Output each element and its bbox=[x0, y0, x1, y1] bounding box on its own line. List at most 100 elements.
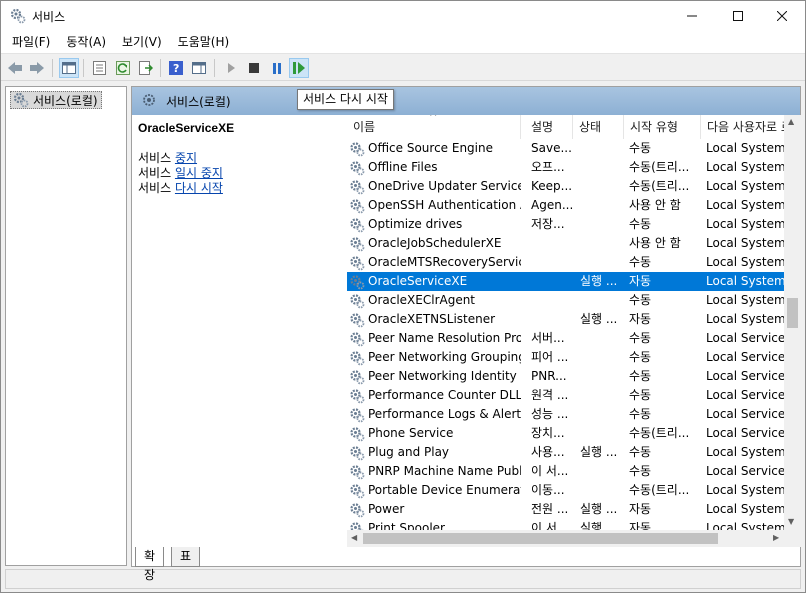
menu-view[interactable]: 보기(V) bbox=[114, 31, 170, 53]
service-status-cell bbox=[580, 253, 624, 272]
services-rows: Office Source Engine Save... 수동 Local Syste… bbox=[347, 139, 784, 538]
service-status-cell bbox=[580, 329, 624, 348]
scroll-up-arrow-icon[interactable]: ▲ bbox=[788, 117, 794, 126]
horizontal-scrollbar[interactable]: ◀ ▶ bbox=[347, 530, 784, 547]
service-logon-cell: Local System bbox=[706, 274, 784, 288]
service-row[interactable]: Peer Name Resolution Prot... 서버... 수동 Local… bbox=[347, 329, 784, 348]
console-tree-icon bbox=[62, 62, 76, 74]
service-row[interactable]: OneDrive Updater Service Keep... 수동(트리... L… bbox=[347, 177, 784, 196]
service-description-cell: 오프... bbox=[531, 160, 565, 174]
services-gear-icon bbox=[10, 8, 26, 24]
service-description-cell: Keep... bbox=[531, 179, 573, 193]
pause-service-button[interactable] bbox=[267, 58, 287, 78]
service-status-cell bbox=[580, 481, 624, 500]
show-action-pane-button[interactable] bbox=[189, 58, 209, 78]
stop-service-button[interactable] bbox=[244, 58, 264, 78]
show-hide-tree-button[interactable] bbox=[59, 58, 79, 78]
service-logon-cell: Local Service bbox=[706, 331, 784, 345]
service-logon-cell: Local Service bbox=[706, 426, 784, 440]
service-row[interactable]: OracleMTSRecoveryService 수동 Local System bbox=[347, 253, 784, 272]
export-list-button[interactable] bbox=[136, 58, 156, 78]
service-row[interactable]: Peer Networking Grouping 피어 ... 수동 Local Se… bbox=[347, 348, 784, 367]
close-button[interactable] bbox=[759, 1, 805, 31]
scroll-left-arrow-icon[interactable]: ◀ bbox=[351, 533, 357, 542]
service-description-cell: PNR... bbox=[531, 369, 567, 383]
column-header-startup-type[interactable]: 시작 유형 bbox=[624, 115, 701, 139]
scroll-down-arrow-icon[interactable]: ▼ bbox=[788, 517, 794, 526]
service-logon-cell: Local System bbox=[706, 312, 784, 326]
service-row[interactable]: Offline Files 오프... 수동(트리... Local System bbox=[347, 158, 784, 177]
service-gear-icon bbox=[350, 161, 365, 176]
menu-help[interactable]: 도움말(H) bbox=[170, 31, 238, 53]
service-description-cell bbox=[531, 234, 573, 253]
service-name-cell: Performance Counter DLL ... bbox=[368, 388, 521, 402]
service-name-cell: Office Source Engine bbox=[368, 141, 493, 155]
service-name-cell: OracleXETNSListener bbox=[368, 312, 496, 326]
tab-extended[interactable]: 확장 bbox=[135, 547, 165, 582]
tree-item-services-local[interactable]: 서비스(로컬) bbox=[10, 91, 102, 109]
help-book-icon: ? bbox=[169, 61, 183, 75]
scroll-right-arrow-icon[interactable]: ▶ bbox=[773, 533, 779, 542]
service-gear-icon bbox=[350, 180, 365, 195]
service-startup-type-cell: 수동 bbox=[629, 217, 652, 231]
link-prefix: 서비스 bbox=[138, 181, 175, 195]
maximize-button[interactable] bbox=[715, 1, 761, 31]
forward-button[interactable] bbox=[27, 58, 47, 78]
service-status-cell bbox=[580, 158, 624, 177]
service-row[interactable]: Optimize drives 저장... 수동 Local System bbox=[347, 215, 784, 234]
back-button[interactable] bbox=[5, 58, 25, 78]
minimize-button[interactable] bbox=[669, 1, 715, 31]
service-row[interactable]: Power 전원 ... 실행 ... 자동 Local System bbox=[347, 500, 784, 519]
start-service-button[interactable] bbox=[221, 58, 241, 78]
service-row[interactable]: Peer Networking Identity ... PNR... 수동 Loca… bbox=[347, 367, 784, 386]
service-row[interactable]: Plug and Play 사용... 실행 ... 수동 Local System bbox=[347, 443, 784, 462]
service-row[interactable]: OpenSSH Authentication A... Agen... 사용 안 함… bbox=[347, 196, 784, 215]
service-status-cell bbox=[580, 424, 624, 443]
export-icon bbox=[139, 61, 153, 75]
maximize-icon bbox=[733, 11, 743, 21]
column-header-logon-as[interactable]: 다음 사용자로 로그온 bbox=[701, 115, 784, 139]
service-description-cell bbox=[531, 291, 573, 310]
service-status-cell bbox=[580, 386, 624, 405]
vertical-scrollbar[interactable]: ▲ ▼ bbox=[784, 115, 801, 544]
menu-file[interactable]: 파일(F) bbox=[4, 31, 58, 53]
restart-service-button[interactable] bbox=[289, 58, 309, 78]
vertical-scroll-thumb[interactable] bbox=[787, 298, 798, 328]
service-row[interactable]: OracleServiceXE 실행 ... 자동 Local System bbox=[347, 272, 784, 291]
column-header-status[interactable]: 상태 bbox=[573, 115, 624, 139]
refresh-button[interactable] bbox=[113, 58, 133, 78]
service-status-cell bbox=[580, 196, 624, 215]
properties-button[interactable] bbox=[89, 58, 109, 78]
service-row[interactable]: Portable Device Enumerato... 이동... 수동(트리..… bbox=[347, 481, 784, 500]
service-row[interactable]: OracleXEClrAgent 수동 Local System bbox=[347, 291, 784, 310]
service-row[interactable]: Office Source Engine Save... 수동 Local Syste… bbox=[347, 139, 784, 158]
menu-action[interactable]: 동작(A) bbox=[58, 31, 114, 53]
service-description-cell: 성능 ... bbox=[531, 407, 569, 421]
toolbar-separator bbox=[214, 59, 215, 77]
help-button[interactable]: ? bbox=[166, 58, 186, 78]
column-header-description[interactable]: 설명 bbox=[525, 115, 573, 139]
service-logon-cell: Local Service bbox=[706, 464, 784, 478]
service-row[interactable]: OracleJobSchedulerXE 사용 안 함 Local System bbox=[347, 234, 784, 253]
link-prefix: 서비스 bbox=[138, 151, 175, 165]
close-icon bbox=[777, 11, 787, 21]
restart-service-link[interactable]: 다시 시작 bbox=[175, 181, 223, 195]
refresh-icon bbox=[116, 61, 130, 75]
minimize-icon bbox=[687, 15, 697, 17]
forward-arrow-icon bbox=[30, 62, 44, 74]
services-list: ^ 이름 설명 상태 시작 유형 다음 사용자로 로그온 Office Sour… bbox=[347, 115, 784, 544]
service-startup-type-cell: 수동(트리... bbox=[629, 483, 690, 497]
service-startup-type-cell: 자동 bbox=[629, 502, 652, 516]
horizontal-scroll-thumb[interactable] bbox=[363, 533, 718, 544]
column-header-name[interactable]: ^ 이름 bbox=[347, 115, 521, 139]
tab-standard[interactable]: 표준 bbox=[171, 547, 201, 582]
stop-service-link[interactable]: 중지 bbox=[175, 151, 197, 165]
service-startup-type-cell: 수동(트리... bbox=[629, 426, 690, 440]
service-row[interactable]: PNRP Machine Name Publi... 이 서... 수동 Local … bbox=[347, 462, 784, 481]
service-row[interactable]: Performance Logs & Alerts 성능 ... 수동 Local S… bbox=[347, 405, 784, 424]
service-row[interactable]: Performance Counter DLL ... 원격 ... 수동 Local… bbox=[347, 386, 784, 405]
service-row[interactable]: Phone Service 장치... 수동(트리... Local Service bbox=[347, 424, 784, 443]
service-row[interactable]: OracleXETNSListener 실행 ... 자동 Local System bbox=[347, 310, 784, 329]
pause-service-link[interactable]: 일시 중지 bbox=[175, 166, 223, 180]
service-status-cell bbox=[580, 177, 624, 196]
